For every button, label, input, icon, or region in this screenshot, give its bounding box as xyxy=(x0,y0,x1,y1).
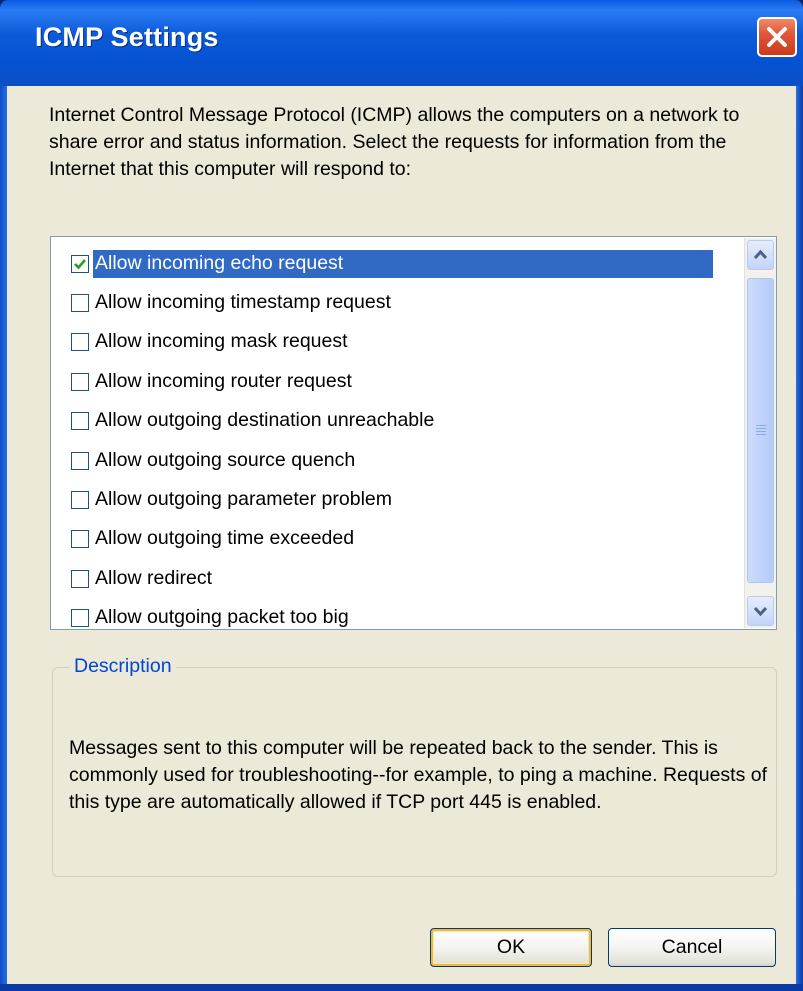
request-checkbox[interactable] xyxy=(71,570,89,588)
list-item-label: Allow redirect xyxy=(95,567,213,589)
chevron-up-icon xyxy=(753,249,768,260)
request-checkbox[interactable] xyxy=(71,530,89,548)
request-checkbox[interactable] xyxy=(71,333,89,351)
request-checkbox[interactable] xyxy=(71,412,89,430)
request-checkbox[interactable] xyxy=(71,255,89,273)
scroll-grip-line xyxy=(756,431,766,432)
scroll-thumb[interactable] xyxy=(747,278,774,583)
list-item[interactable]: Allow outgoing time exceeded xyxy=(71,521,356,557)
description-label: Description xyxy=(70,655,176,678)
vertical-scrollbar[interactable] xyxy=(744,238,776,628)
intro-text: Internet Control Message Protocol (ICMP)… xyxy=(49,104,740,180)
scroll-down-button[interactable] xyxy=(747,596,774,626)
list-item-label: Allow incoming mask request xyxy=(95,330,348,352)
list-item[interactable]: Allow outgoing packet too big xyxy=(71,600,351,629)
list-item-label: Allow outgoing destination unreachable xyxy=(95,409,435,431)
title-bar[interactable]: ICMP Settings xyxy=(0,0,803,86)
list-item[interactable]: Allow outgoing parameter problem xyxy=(71,482,394,518)
list-item-label: Allow outgoing time exceeded xyxy=(95,527,355,549)
list-item-label: Allow outgoing packet too big xyxy=(95,606,349,628)
request-checkbox[interactable] xyxy=(71,373,89,391)
request-checkbox[interactable] xyxy=(71,609,89,627)
ok-button[interactable]: OK xyxy=(430,928,592,967)
list-item[interactable]: Allow incoming mask request xyxy=(71,324,350,360)
chevron-down-icon xyxy=(753,606,768,617)
list-item-label: Allow incoming router request xyxy=(95,370,352,392)
list-item[interactable]: Allow incoming router request xyxy=(71,364,354,400)
list-item[interactable]: Allow incoming echo request xyxy=(71,246,713,282)
close-button[interactable] xyxy=(757,17,797,57)
list-item-label: Allow incoming echo request xyxy=(93,250,713,278)
cancel-button[interactable]: Cancel xyxy=(608,928,776,967)
list-item[interactable]: Allow outgoing destination unreachable xyxy=(71,403,436,439)
request-checkbox[interactable] xyxy=(71,294,89,312)
scroll-grip-line xyxy=(756,425,766,426)
request-checkbox[interactable] xyxy=(71,491,89,509)
window-border-right xyxy=(796,86,803,991)
list-item-label: Allow outgoing source quench xyxy=(95,449,356,471)
window-border-bottom xyxy=(0,984,803,991)
scroll-up-button[interactable] xyxy=(747,240,774,270)
list-item[interactable]: Allow outgoing source quench xyxy=(71,443,357,479)
close-icon xyxy=(767,27,787,47)
scroll-grip-line xyxy=(756,428,766,429)
request-checkbox[interactable] xyxy=(71,452,89,470)
list-item-label: Allow outgoing parameter problem xyxy=(95,488,392,510)
list-item[interactable]: Allow redirect xyxy=(71,561,214,597)
list-item-label: Allow incoming timestamp request xyxy=(95,291,391,313)
window-title: ICMP Settings xyxy=(35,22,219,52)
icmp-settings-dialog: ICMP Settings Internet Control Message P… xyxy=(0,0,803,991)
window-border-left xyxy=(0,86,7,991)
icmp-request-list[interactable]: Allow incoming echo request Allow incomin… xyxy=(50,236,777,630)
scroll-grip-line xyxy=(756,434,766,435)
checkmark-icon xyxy=(74,259,86,270)
description-text: Messages sent to this computer will be r… xyxy=(69,737,768,813)
list-item[interactable]: Allow incoming timestamp request xyxy=(71,285,393,321)
